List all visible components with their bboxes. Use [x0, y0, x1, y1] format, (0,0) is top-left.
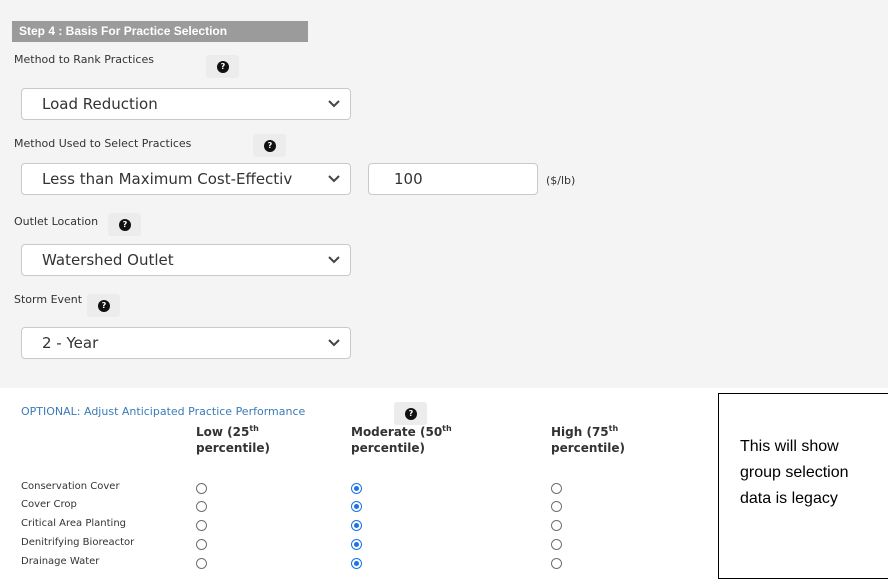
- outlet-location-select[interactable]: Watershed Outlet: [21, 244, 351, 276]
- help-icon: ?: [405, 408, 417, 420]
- cost-effectiveness-input[interactable]: 100: [368, 163, 538, 195]
- rank-method-label: Method to Rank Practices: [14, 53, 154, 66]
- radio-low[interactable]: [196, 558, 207, 569]
- practice-row-label: Critical Area Planting: [21, 518, 127, 529]
- outlet-location-value: Watershed Outlet: [42, 251, 174, 269]
- select-method-label: Method Used to Select Practices: [14, 137, 192, 150]
- radio-moderate[interactable]: [351, 558, 362, 569]
- column-header-high: High (75th percentile): [551, 424, 626, 456]
- radio-moderate[interactable]: [351, 501, 362, 512]
- practice-row-label: Drainage Water: [21, 556, 100, 567]
- radio-moderate[interactable]: [351, 539, 362, 550]
- help-icon: ?: [119, 219, 131, 231]
- outlet-location-help-button[interactable]: ?: [108, 213, 141, 236]
- practice-row-label: Denitrifying Bioreactor: [21, 537, 135, 548]
- practice-row-label: Cover Crop: [21, 499, 77, 510]
- radio-moderate[interactable]: [351, 520, 362, 531]
- chevron-down-icon: [328, 339, 340, 347]
- chevron-down-icon: [318, 175, 350, 183]
- help-icon: ?: [217, 61, 229, 73]
- select-method-help-button[interactable]: ?: [253, 134, 286, 157]
- chevron-down-icon: [328, 256, 340, 264]
- storm-event-help-button[interactable]: ?: [87, 294, 120, 317]
- radio-low[interactable]: [196, 501, 207, 512]
- storm-event-select[interactable]: 2 - Year: [21, 327, 351, 359]
- help-icon: ?: [264, 140, 276, 152]
- cost-unit-label: ($/lb): [546, 174, 576, 187]
- rank-method-help-button[interactable]: ?: [206, 55, 239, 78]
- storm-event-value: 2 - Year: [42, 334, 99, 352]
- help-icon: ?: [98, 300, 110, 312]
- note-line: group selection: [740, 464, 849, 481]
- chevron-down-icon: [328, 100, 340, 108]
- note-line: data is legacy: [740, 490, 838, 507]
- radio-low[interactable]: [196, 520, 207, 531]
- radio-moderate[interactable]: [351, 483, 362, 494]
- select-method-select[interactable]: Less than Maximum Cost-Effectiv: [21, 163, 351, 195]
- outlet-location-label: Outlet Location: [14, 215, 99, 228]
- note-line: This will show: [740, 438, 839, 455]
- optional-performance-title: OPTIONAL: Adjust Anticipated Practice Pe…: [21, 405, 306, 418]
- radio-low[interactable]: [196, 539, 207, 550]
- practice-row-label: Conservation Cover: [21, 481, 120, 492]
- radio-high[interactable]: [551, 501, 562, 512]
- step-title: Step 4 : Basis For Practice Selection: [12, 21, 308, 42]
- radio-high[interactable]: [551, 539, 562, 550]
- radio-low[interactable]: [196, 483, 207, 494]
- storm-event-label: Storm Event: [14, 293, 83, 306]
- optional-performance-help-button[interactable]: ?: [394, 402, 427, 425]
- radio-high[interactable]: [551, 558, 562, 569]
- note-box: This will show group selection data is l…: [718, 393, 888, 579]
- rank-method-select[interactable]: Load Reduction: [21, 88, 351, 120]
- rank-method-value: Load Reduction: [42, 95, 158, 113]
- column-header-moderate: Moderate (50th percentile): [351, 424, 452, 456]
- radio-high[interactable]: [551, 483, 562, 494]
- radio-high[interactable]: [551, 520, 562, 531]
- column-header-low: Low (25th percentile): [196, 424, 271, 456]
- select-method-value: Less than Maximum Cost-Effectiv: [42, 170, 293, 188]
